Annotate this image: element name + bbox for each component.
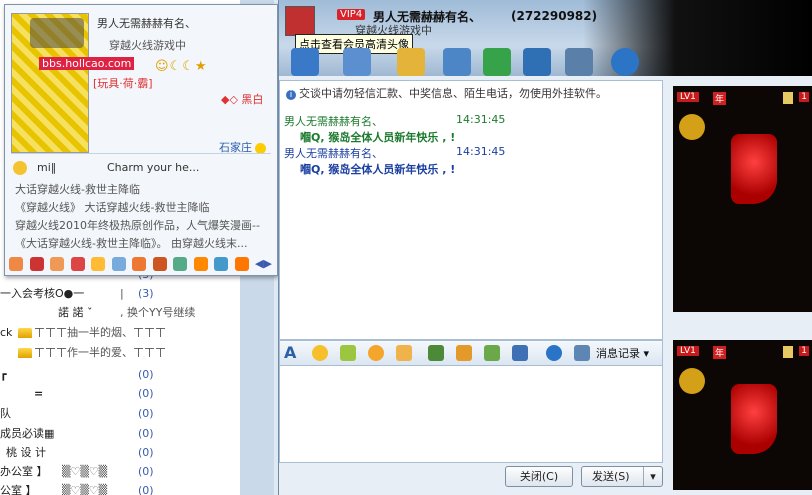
contact-row[interactable]: ㄒㄒㄒ作一半的爱、ㄒㄒㄒ <box>0 344 240 362</box>
emblem-icon <box>679 368 705 394</box>
remote-assist-icon[interactable] <box>443 48 471 76</box>
christmas-stocking-image <box>731 384 777 454</box>
site-logo <box>30 18 84 48</box>
chevron-down-icon: ▾ <box>643 347 650 360</box>
soso-icon[interactable] <box>611 48 639 76</box>
gift-icon[interactable] <box>484 345 500 361</box>
profile-nick: mi‖ <box>37 161 57 174</box>
profile-flag-icons: ☺☾☾★ <box>155 59 208 74</box>
music-icon[interactable] <box>91 257 105 271</box>
message-text: 嗰Q, 猴岛全体人员新年快乐 , ! <box>300 163 456 176</box>
app-icon[interactable] <box>214 257 228 271</box>
scrawl-icon[interactable] <box>368 345 384 361</box>
app-box-icon[interactable] <box>565 48 593 76</box>
book-icon[interactable] <box>152 257 167 271</box>
speaker-icon[interactable] <box>783 92 793 104</box>
close-button[interactable]: 关闭(C) <box>505 466 573 487</box>
contact-avatar[interactable] <box>285 6 315 36</box>
profile-color-note: ◆◇ 黑白 <box>221 93 264 106</box>
contact-row[interactable]: = (0) <box>0 385 240 403</box>
message-time: 14:31:45 <box>456 145 506 158</box>
chat-title-bar[interactable]: VIP4 男人无需赫赫有名、 (272290982) 穿越火线游戏中 点击查看会… <box>279 0 812 76</box>
scroll-arrows-icon[interactable]: ◀▶ <box>255 257 272 270</box>
christmas-stocking-image <box>731 134 777 204</box>
message-log-icon[interactable] <box>574 345 590 361</box>
speaker-icon[interactable] <box>783 346 793 358</box>
nudge-icon[interactable] <box>396 345 412 361</box>
news-line[interactable]: 《穿越火线》 大话穿越火线-救世主降临 <box>15 199 277 215</box>
contact-row[interactable]: 一入会考核O●一 | (3) <box>0 285 240 303</box>
vip-badge: VIP4 <box>337 9 366 20</box>
message-log-button[interactable]: 消息记录 ▾ <box>596 345 649 361</box>
show-ad-panel[interactable]: LV1 年 1 <box>673 340 812 490</box>
contact-row[interactable]: ┏ (0) <box>0 366 240 384</box>
security-notice: i 交谈中请勿轻信汇款、中奖信息、陌生电话，勿使用外挂软件。 <box>286 85 607 101</box>
emoticon-icon[interactable] <box>312 345 328 361</box>
profile-avatar[interactable] <box>11 13 89 153</box>
create-group-icon[interactable] <box>483 48 511 76</box>
font-icon[interactable]: A <box>284 345 300 361</box>
music-icon[interactable] <box>456 345 472 361</box>
screenshot-icon[interactable] <box>512 345 528 361</box>
heart-icon[interactable] <box>9 257 23 271</box>
send-options-dropdown[interactable]: ▾ <box>643 467 662 486</box>
game-icon[interactable] <box>50 257 64 271</box>
emblem-icon <box>679 114 705 140</box>
send-file-icon[interactable] <box>397 48 425 76</box>
profile-name: 男人无需赫赫有名、 <box>97 17 196 30</box>
contact-row[interactable]: 办公室 】 ▒♡▒♡▒ (0) <box>0 463 240 481</box>
crown-icon <box>18 348 32 358</box>
contact-row[interactable]: 队 (0) <box>0 405 240 423</box>
news-line[interactable]: 大话穿越火线-救世主降临 <box>15 181 277 197</box>
chat-window: VIP4 男人无需赫赫有名、 (272290982) 穿越火线游戏中 点击查看会… <box>278 0 812 495</box>
profile-slogan: [玩具·荷·霸] <box>93 77 153 90</box>
news-line[interactable]: 穿越火线2010年终极热原创作品，人气爆笑漫画-- <box>15 217 277 233</box>
sun-icon <box>255 142 266 154</box>
profile-signature: Charm your he... <box>107 161 200 174</box>
mail-icon[interactable] <box>111 257 126 271</box>
contact-qq-number: (272290982) <box>511 9 598 23</box>
gift-icon[interactable] <box>70 257 85 271</box>
show-ad-panel[interactable]: LV1 年 1 <box>673 86 812 312</box>
info-icon: i <box>286 90 296 100</box>
voice-call-icon[interactable] <box>343 48 371 76</box>
message-history[interactable]: i 交谈中请勿轻信汇款、中奖信息、陌生电话，勿使用外挂软件。 男人无需赫赫有名、 … <box>279 80 663 340</box>
star-icon[interactable] <box>193 257 208 271</box>
card-icon-bar: ◀▶ <box>9 257 275 275</box>
tool-icon[interactable] <box>173 257 187 271</box>
message-time: 14:31:45 <box>456 113 506 126</box>
contact-row[interactable]: 桃 设 计 (0) <box>0 444 240 462</box>
smiley-icon <box>13 161 27 175</box>
message-input[interactable] <box>279 365 663 463</box>
send-button[interactable]: 发送(S) ▾ <box>581 466 663 487</box>
input-toolbar: A 消息记录 ▾ <box>279 340 663 366</box>
message-sender: 男人无需赫赫有名、 <box>284 147 383 160</box>
qq-penguin-icon[interactable] <box>29 257 44 271</box>
video-call-icon[interactable] <box>291 48 319 76</box>
magic-emoticon-icon[interactable] <box>340 345 356 361</box>
message-sender: 男人无需赫赫有名、 <box>284 115 383 128</box>
contact-row[interactable]: 公室 】 ▒♡▒♡▒ (0) <box>0 482 240 495</box>
crown-icon <box>18 328 32 338</box>
news-line[interactable]: 《大话穿越火线-救世主降临》。 由穿越火线末... <box>15 235 277 251</box>
image-icon[interactable] <box>428 345 444 361</box>
contact-row[interactable]: ck ㄒㄒㄒ抽一半的烟、ㄒㄒㄒ <box>0 324 240 342</box>
divider <box>11 153 271 154</box>
profile-site: bbs.hollcao.com <box>39 57 135 70</box>
profile-status: 穿越火线游戏中 <box>109 39 186 52</box>
contact-row[interactable]: 諾 諾 ˇ , 换个YY号继续 <box>0 304 240 322</box>
contact-info-icon[interactable] <box>523 48 551 76</box>
share-icon[interactable] <box>234 257 249 271</box>
pet-icon[interactable] <box>132 257 146 271</box>
profile-card-popup: 男人无需赫赫有名、 穿越火线游戏中 bbs.hollcao.com ☺☾☾★ [… <box>4 4 278 276</box>
message-text: 嗰Q, 猴岛全体人员新年快乐 , ! <box>300 131 456 144</box>
contact-row[interactable]: 成员必读▦ (0) <box>0 425 240 443</box>
soso-icon[interactable] <box>546 345 562 361</box>
